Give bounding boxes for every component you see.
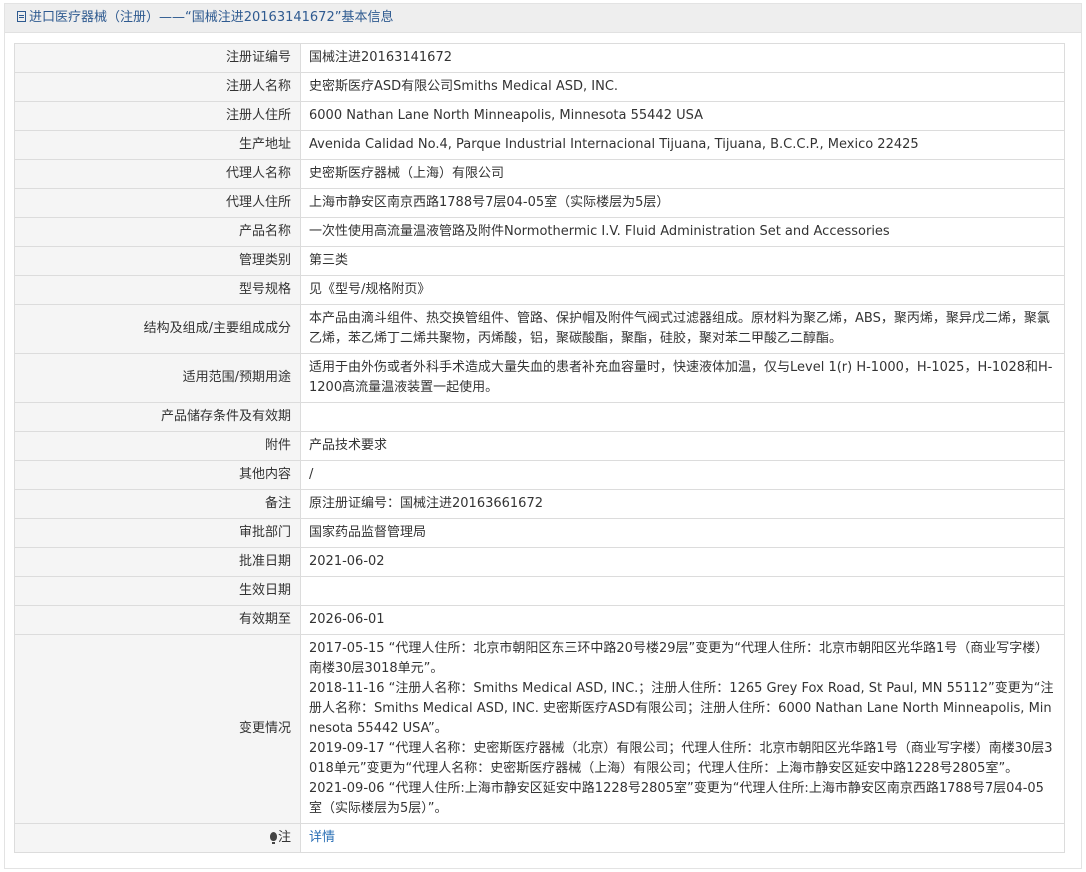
table-row: 备注 原注册证编号：国械注进20163661672 — [14, 489, 1065, 519]
note-value: 详情 — [300, 823, 1065, 853]
field-value: 产品技术要求 — [300, 431, 1065, 461]
field-label: 注册证编号 — [14, 43, 301, 73]
change-entry: 2019-09-17 “代理人名称：史密斯医疗器械（北京）有限公司；代理人住所：… — [309, 741, 1053, 776]
table-row: 注册人住所 6000 Nathan Lane North Minneapolis,… — [14, 101, 1065, 131]
changes-row: 变更情况 2017-05-15 “代理人住所：北京市朝阳区东三环中路20号楼29… — [14, 634, 1065, 824]
table-row: 适用范围/预期用途 适用于由外伤或者外科手术造成大量失血的患者补充血容量时，快速液… — [14, 353, 1065, 403]
field-value: 6000 Nathan Lane North Minneapolis, Minn… — [300, 101, 1065, 131]
table-row: 代理人名称 史密斯医疗器械（上海）有限公司 — [14, 159, 1065, 189]
table-row: 批准日期 2021-06-02 — [14, 547, 1065, 577]
field-label: 备注 — [14, 489, 301, 519]
lightbulb-icon — [269, 832, 277, 844]
table-row: 管理类别 第三类 — [14, 246, 1065, 276]
field-value: 第三类 — [300, 246, 1065, 276]
info-table: 注册证编号 国械注进20163141672 注册人名称 史密斯医疗ASD有限公司Sm… — [14, 43, 1065, 853]
change-entry: 2021-09-06 “代理人住所:上海市静安区延安中路1228号2805室”变… — [309, 781, 1044, 816]
field-label: 其他内容 — [14, 460, 301, 490]
changes-label: 变更情况 — [14, 634, 301, 824]
note-row: 注 详情 — [14, 823, 1065, 853]
field-value: 一次性使用高流量温液管路及附件Normothermic I.V. Fluid A… — [300, 217, 1065, 247]
table-row: 型号规格 见《型号/规格附页》 — [14, 275, 1065, 305]
table-row: 有效期至 2026-06-01 — [14, 605, 1065, 635]
field-value: 本产品由滴斗组件、热交换管组件、管路、保护帽及附件气阀式过滤器组成。原材料为聚乙… — [300, 304, 1065, 354]
field-label: 型号规格 — [14, 275, 301, 305]
detail-link[interactable]: 详情 — [309, 830, 335, 845]
page-header: 进口医疗器械（注册）——“国械注进20163141672”基本信息 — [5, 4, 1081, 33]
field-label: 适用范围/预期用途 — [14, 353, 301, 403]
field-label: 产品储存条件及有效期 — [14, 402, 301, 432]
field-value: 国械注进20163141672 — [300, 43, 1065, 73]
field-label: 结构及组成/主要组成成分 — [14, 304, 301, 354]
field-value: 2021-06-02 — [300, 547, 1065, 577]
field-value: / — [300, 460, 1065, 490]
field-label: 代理人名称 — [14, 159, 301, 189]
note-label: 注 — [277, 830, 291, 845]
field-label: 产品名称 — [14, 217, 301, 247]
page-title: 进口医疗器械（注册）——“国械注进20163141672”基本信息 — [29, 10, 394, 25]
table-row: 注册人名称 史密斯医疗ASD有限公司Smiths Medical ASD, INC… — [14, 72, 1065, 102]
field-value — [300, 402, 1065, 432]
field-value: 原注册证编号：国械注进20163661672 — [300, 489, 1065, 519]
field-label: 注册人住所 — [14, 101, 301, 131]
field-value: 史密斯医疗ASD有限公司Smiths Medical ASD, INC. — [300, 72, 1065, 102]
field-value: 见《型号/规格附页》 — [300, 275, 1065, 305]
table-row: 生效日期 — [14, 576, 1065, 606]
field-value: 2026-06-01 — [300, 605, 1065, 635]
change-entry: 2018-11-16 “注册人名称：Smiths Medical ASD, IN… — [309, 681, 1054, 736]
field-label: 代理人住所 — [14, 188, 301, 218]
field-value: 史密斯医疗器械（上海）有限公司 — [300, 159, 1065, 189]
table-row: 其他内容 / — [14, 460, 1065, 490]
table-row: 附件 产品技术要求 — [14, 431, 1065, 461]
field-label: 生产地址 — [14, 130, 301, 160]
note-label-cell: 注 — [14, 823, 301, 853]
changes-value: 2017-05-15 “代理人住所：北京市朝阳区东三环中路20号楼29层”变更为… — [300, 634, 1065, 824]
table-row: 注册证编号 国械注进20163141672 — [14, 43, 1065, 73]
table-row: 产品名称 一次性使用高流量温液管路及附件Normothermic I.V. Flu… — [14, 217, 1065, 247]
field-value: 上海市静安区南京西路1788号7层04-05室（实际楼层为5层） — [300, 188, 1065, 218]
field-label: 审批部门 — [14, 518, 301, 548]
table-row: 代理人住所 上海市静安区南京西路1788号7层04-05室（实际楼层为5层） — [14, 188, 1065, 218]
table-row: 结构及组成/主要组成成分 本产品由滴斗组件、热交换管组件、管路、保护帽及附件气阀式… — [14, 304, 1065, 354]
field-label: 注册人名称 — [14, 72, 301, 102]
field-label: 生效日期 — [14, 576, 301, 606]
field-label: 批准日期 — [14, 547, 301, 577]
document-icon — [17, 11, 26, 22]
table-row: 生产地址 Avenida Calidad No.4, Parque Industr… — [14, 130, 1065, 160]
field-value: 适用于由外伤或者外科手术造成大量失血的患者补充血容量时，快速液体加温，仅与Lev… — [300, 353, 1065, 403]
table-row: 产品储存条件及有效期 — [14, 402, 1065, 432]
field-label: 附件 — [14, 431, 301, 461]
change-entry: 2017-05-15 “代理人住所：北京市朝阳区东三环中路20号楼29层”变更为… — [309, 641, 1049, 676]
table-row: 审批部门 国家药品监督管理局 — [14, 518, 1065, 548]
field-value: 国家药品监督管理局 — [300, 518, 1065, 548]
field-value — [300, 576, 1065, 606]
field-label: 管理类别 — [14, 246, 301, 276]
field-value: Avenida Calidad No.4, Parque Industrial … — [300, 130, 1065, 160]
field-label: 有效期至 — [14, 605, 301, 635]
